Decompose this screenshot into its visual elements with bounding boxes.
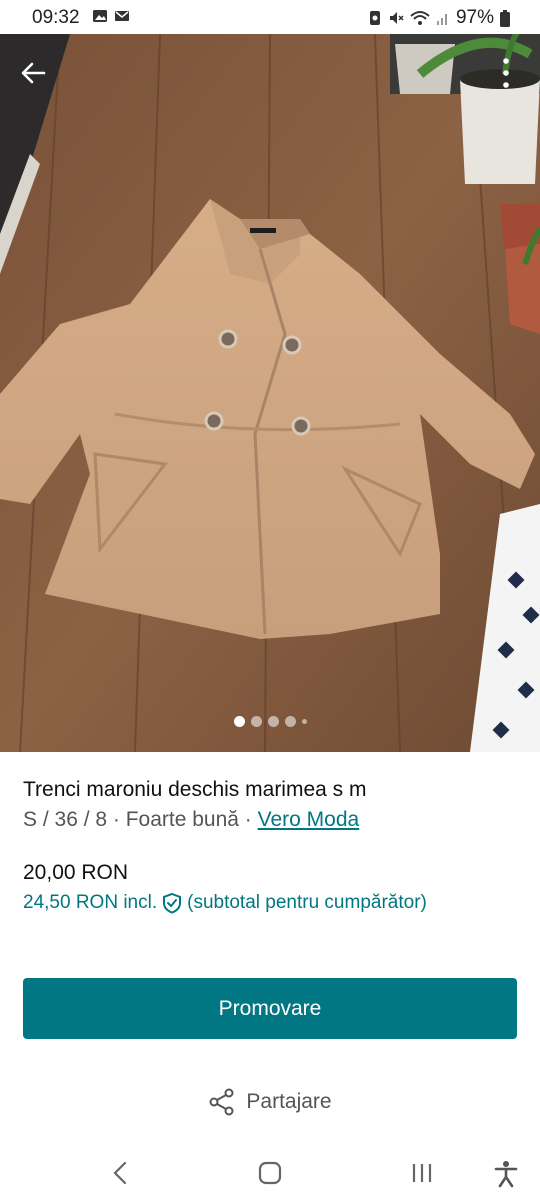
brand-link[interactable]: Vero Moda [258, 808, 360, 831]
back-arrow-icon[interactable] [18, 58, 48, 88]
gallery-icon [93, 10, 107, 22]
promote-button[interactable]: Promovare [23, 978, 517, 1039]
signal-icon [436, 14, 447, 25]
share-icon [209, 1088, 234, 1116]
nav-recents-icon[interactable] [410, 1160, 434, 1186]
nav-home-icon[interactable] [258, 1160, 282, 1186]
size-condition-text: S / 36 / 8 · Foarte bună · [23, 808, 258, 831]
status-time: 09:32 [32, 7, 80, 28]
buyer-price[interactable]: 24,50 RON incl. (subtotal pentru cumpără… [23, 892, 427, 914]
pagination-dot[interactable] [301, 719, 307, 724]
battery-percent: 97% [455, 7, 494, 28]
system-nav-bar [0, 1140, 540, 1204]
mail-icon [115, 11, 129, 21]
pagination-dot[interactable] [284, 716, 296, 727]
listing-price: 20,00 RON [23, 861, 129, 884]
share-button[interactable]: Partajare [0, 1088, 540, 1116]
pagination-dot[interactable] [267, 716, 279, 727]
listing-title: Trenci maroniu deschis marimea s m [23, 778, 367, 801]
more-options-icon[interactable] [496, 56, 516, 90]
sync-icon [369, 11, 380, 25]
trench-coat-photo [0, 34, 540, 752]
listing-meta: S / 36 / 8 · Foarte bună · Vero Moda [23, 808, 359, 832]
shield-check-icon [163, 892, 182, 914]
pagination-dot[interactable] [250, 716, 262, 727]
mute-icon [389, 12, 404, 24]
pagination-dot[interactable] [233, 716, 245, 727]
accessibility-icon[interactable] [494, 1160, 518, 1188]
status-bar: 09:32 97% [0, 0, 540, 34]
buyer-price-note: (subtotal pentru cumpărător) [187, 892, 427, 913]
gallery-pagination [0, 716, 540, 727]
wifi-icon [410, 11, 430, 25]
battery-icon [500, 9, 510, 27]
listing-photo[interactable] [0, 34, 540, 752]
nav-back-icon[interactable] [110, 1160, 130, 1186]
share-label: Partajare [246, 1090, 332, 1113]
buyer-price-value: 24,50 RON incl. [23, 892, 158, 913]
